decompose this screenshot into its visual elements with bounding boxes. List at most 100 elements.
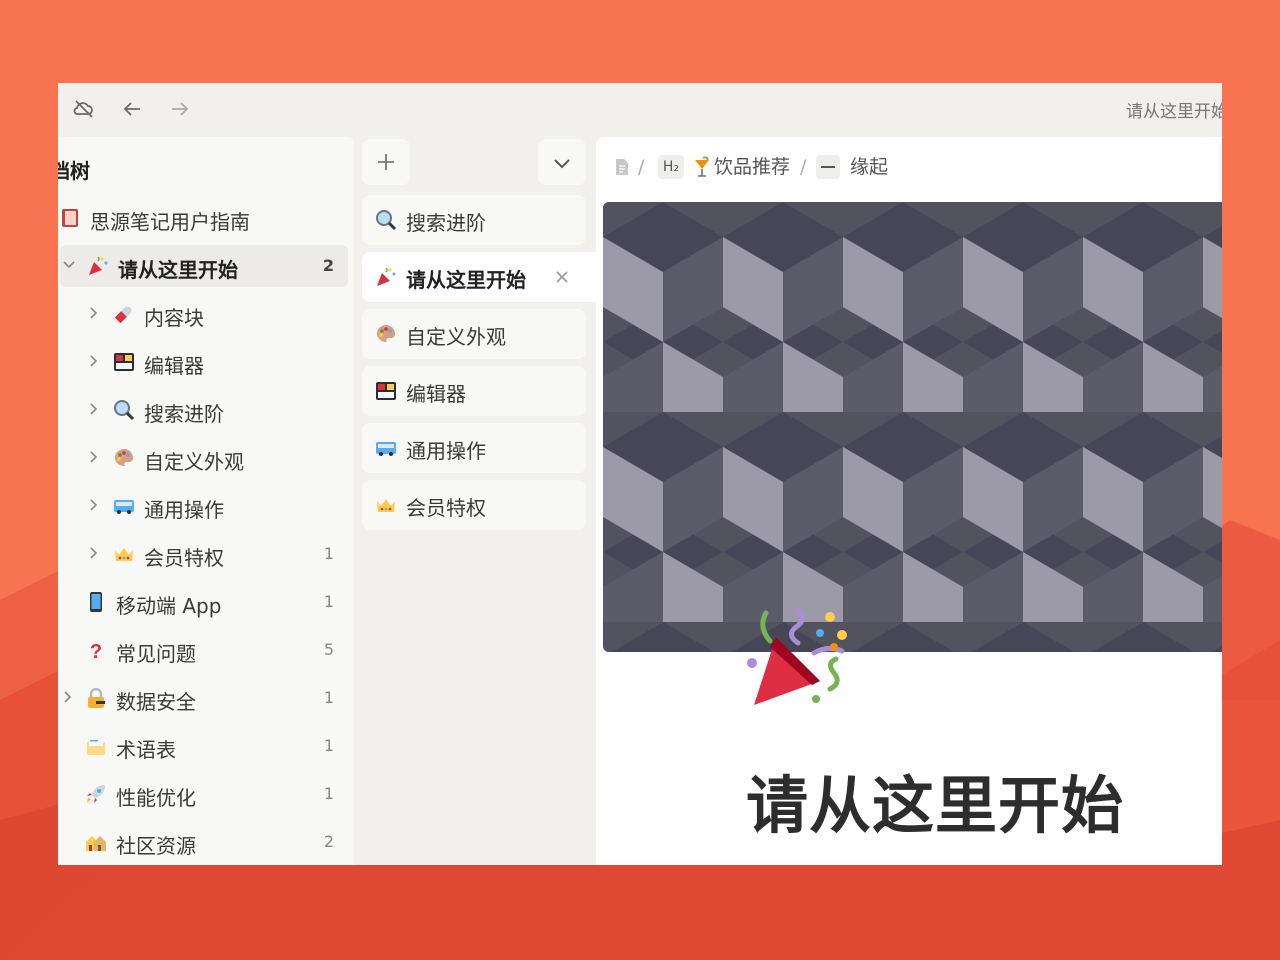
lock-key-icon <box>88 687 105 708</box>
cloud-offline-icon[interactable] <box>72 97 96 121</box>
tree-item-count: 5 <box>323 640 334 659</box>
tab-custom-appearance[interactable]: 自定义外观 <box>362 309 586 359</box>
houses-icon <box>86 836 106 851</box>
chevron-right-icon[interactable] <box>60 690 74 704</box>
cover-image[interactable] <box>603 202 1222 652</box>
tree-item-count: 1 <box>323 688 334 707</box>
file-icon[interactable] <box>614 158 630 176</box>
tab-label: 自定义外观 <box>406 325 506 349</box>
new-tab-button[interactable] <box>362 139 410 185</box>
app-window: 请从这里开始 档树 思源笔记用户指南 请从这里开始 2 内容块 编辑器 搜索进阶… <box>58 83 1222 865</box>
tree-item-label: 社区资源 <box>116 834 196 858</box>
chevron-right-icon[interactable] <box>86 402 100 416</box>
tab-label: 通用操作 <box>406 439 486 463</box>
tab-start-here[interactable]: 请从这里开始 <box>362 252 598 302</box>
tree-item-label: 编辑器 <box>144 354 204 378</box>
tree-item-count: 1 <box>323 784 334 803</box>
tree-item-label: 术语表 <box>116 738 176 762</box>
tab-list-panel: 搜索进阶 请从这里开始 自定义外观 编辑器 通用操作 会员特权 <box>360 137 598 865</box>
crown-icon <box>115 548 133 561</box>
back-arrow-icon[interactable] <box>120 97 144 121</box>
tab-label: 搜索进阶 <box>406 211 486 235</box>
breadcrumb-item[interactable]: 饮品推荐 <box>714 153 790 181</box>
bento-icon <box>376 382 396 400</box>
titlebar: 请从这里开始 <box>58 83 1222 135</box>
svg-text:?: ? <box>90 641 102 662</box>
tree-item-glossary[interactable]: 术语表 1 <box>58 725 348 767</box>
tree-item-faq[interactable]: ? 常见问题 5 <box>58 629 348 671</box>
close-icon[interactable] <box>554 269 570 285</box>
breadcrumb-separator: / <box>800 156 807 178</box>
chevron-right-icon[interactable] <box>86 546 100 560</box>
tree-item-label: 内容块 <box>144 306 204 330</box>
magnifier-icon <box>376 210 397 231</box>
tree-item-data-security[interactable]: 数据安全 1 <box>58 677 348 719</box>
tree-item-count: 2 <box>323 832 334 851</box>
tree-item-count: 2 <box>322 256 334 275</box>
tree-item-label: 会员特权 <box>144 546 224 570</box>
tab-menu-button[interactable] <box>538 139 586 185</box>
tab-label: 请从这里开始 <box>406 268 526 292</box>
party-popper-icon <box>89 256 108 275</box>
tree-item-membership[interactable]: 会员特权 1 <box>58 533 348 575</box>
tree-item-label: 请从这里开始 <box>118 258 238 282</box>
tree-item-count: 1 <box>323 544 334 563</box>
tree-item-label: 数据安全 <box>116 690 196 714</box>
window-title: 请从这里开始 <box>1126 102 1222 122</box>
chevron-down-icon[interactable] <box>62 258 76 272</box>
tree-item-editor[interactable]: 编辑器 <box>58 341 348 383</box>
chevron-right-icon[interactable] <box>86 306 100 320</box>
tree-item-label: 搜索进阶 <box>144 402 224 426</box>
bus-icon <box>376 442 396 456</box>
tree-item-user-guide[interactable]: 思源笔记用户指南 <box>58 197 348 239</box>
editor-area: / H₂ 饮品推荐 / 缘起 请从这里开始 <box>596 137 1222 865</box>
chevron-down-icon <box>554 159 570 169</box>
tab-advanced-search[interactable]: 搜索进阶 <box>362 195 586 245</box>
tree-item-label: 性能优化 <box>116 786 196 810</box>
chevron-right-icon[interactable] <box>86 354 100 368</box>
tab-editor[interactable]: 编辑器 <box>362 366 586 416</box>
party-popper-icon[interactable] <box>746 603 854 711</box>
tab-label: 会员特权 <box>406 496 486 520</box>
tree-item-label: 移动端 App <box>116 594 222 618</box>
phone-icon <box>90 592 102 612</box>
tree-item-label: 常见问题 <box>116 642 196 666</box>
tree-item-label: 通用操作 <box>144 498 224 522</box>
document-tree-panel: 档树 思源笔记用户指南 请从这里开始 2 内容块 编辑器 搜索进阶 自定义外观 … <box>58 137 354 865</box>
divider-icon <box>821 166 835 168</box>
tab-general-operations[interactable]: 通用操作 <box>362 423 586 473</box>
chevron-right-icon[interactable] <box>86 498 100 512</box>
tab-membership[interactable]: 会员特权 <box>362 480 586 530</box>
chevron-right-icon[interactable] <box>86 450 100 464</box>
tree-item-content-block[interactable]: 内容块 <box>58 293 348 335</box>
tree-item-start-here[interactable]: 请从这里开始 2 <box>60 245 348 287</box>
party-popper-icon <box>377 267 396 286</box>
tree-item-community[interactable]: 社区资源 2 <box>58 821 348 863</box>
palette-icon <box>114 449 134 467</box>
paragraph-chip[interactable] <box>816 155 840 179</box>
palette-icon <box>376 325 396 343</box>
breadcrumb-separator: / <box>638 156 645 178</box>
crown-icon <box>377 499 395 512</box>
rocket-icon <box>87 785 105 803</box>
bento-icon <box>114 353 134 371</box>
book-icon <box>62 209 78 227</box>
tab-label: 编辑器 <box>406 382 466 406</box>
tree-item-advanced-search[interactable]: 搜索进阶 <box>58 389 348 431</box>
tropical-drink-icon <box>695 156 709 177</box>
tree-item-label: 自定义外观 <box>144 450 244 474</box>
question-icon: ? <box>90 641 102 662</box>
tree-item-mobile-app[interactable]: 移动端 App 1 <box>58 581 348 623</box>
heading-chip[interactable]: H₂ <box>658 155 684 179</box>
document-title[interactable]: 请从这里开始 <box>746 755 1124 845</box>
tree-item-count: 1 <box>323 736 334 755</box>
pill-icon <box>114 306 132 324</box>
tree-item-general-operations[interactable]: 通用操作 <box>58 485 348 527</box>
plus-icon <box>378 154 394 170</box>
forward-arrow-icon[interactable] <box>168 97 192 121</box>
tree-item-performance[interactable]: 性能优化 1 <box>58 773 348 815</box>
magnifier-icon <box>114 400 135 421</box>
tree-item-count: 1 <box>323 592 334 611</box>
tree-item-custom-appearance[interactable]: 自定义外观 <box>58 437 348 479</box>
breadcrumb-item[interactable]: 缘起 <box>850 153 888 181</box>
